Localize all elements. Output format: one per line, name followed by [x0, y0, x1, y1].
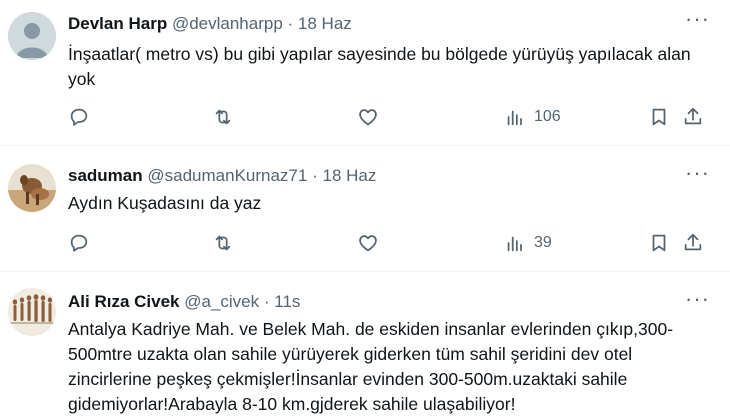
reply-icon	[70, 108, 88, 126]
tweet-text: Aydın Kuşadasını da yaz	[68, 193, 262, 213]
timestamp[interactable]: 11s	[274, 292, 300, 311]
views-icon	[507, 110, 522, 126]
tweet-text: Antalya Kadriye Mah. ve Belek Mah. de es…	[68, 319, 674, 414]
bookmark-icon	[652, 234, 666, 252]
more-options-icon[interactable]: ···	[685, 8, 710, 30]
handle[interactable]: @a_civek	[184, 292, 259, 311]
like-button[interactable]	[357, 232, 379, 254]
heart-icon	[359, 109, 377, 126]
figures-avatar-icon	[8, 288, 56, 336]
separator: ·	[263, 292, 270, 311]
views-count: 106	[534, 108, 561, 125]
like-button[interactable]	[357, 106, 379, 128]
display-name[interactable]: Ali Rıza Civek	[68, 292, 180, 311]
retweet-button[interactable]	[212, 232, 234, 254]
views-button[interactable]: 106	[504, 106, 561, 128]
tweet-text: İnşaatlar( metro vs) bu gibi yapılar say…	[68, 44, 691, 89]
retweet-icon	[215, 235, 231, 251]
retweet-icon	[215, 109, 231, 125]
bookmark-button[interactable]	[648, 232, 670, 254]
action-bar: 106	[68, 106, 714, 132]
tweet-header: Ali Rıza Civek @a_civek · 11s	[68, 292, 300, 312]
separator: ·	[312, 166, 318, 185]
more-options-icon[interactable]: ···	[685, 288, 710, 310]
avatar[interactable]	[8, 12, 56, 60]
tweet-header: Devlan Harp @devlanharpp · 18 Haz	[68, 14, 352, 34]
share-icon	[684, 233, 702, 251]
share-button[interactable]	[682, 106, 704, 128]
tweet[interactable]: saduman @sadumanKurnaz71 · 18 Haz ··· Ay…	[0, 146, 730, 272]
share-icon	[684, 107, 702, 125]
display-name[interactable]: saduman	[68, 166, 143, 185]
bookmark-icon	[652, 108, 666, 126]
separator: ·	[287, 14, 294, 33]
reply-button[interactable]	[68, 232, 90, 254]
handle[interactable]: @sadumanKurnaz71	[147, 166, 307, 185]
display-name[interactable]: Devlan Harp	[68, 14, 167, 33]
reply-button[interactable]	[68, 106, 90, 128]
default-avatar-icon	[8, 12, 56, 60]
timestamp[interactable]: 18 Haz	[322, 166, 376, 185]
reply-icon	[70, 234, 88, 252]
timestamp[interactable]: 18 Haz	[298, 14, 352, 33]
views-count: 39	[534, 234, 552, 251]
avatar[interactable]	[8, 288, 56, 336]
action-bar: 39	[68, 232, 714, 258]
views-icon	[507, 236, 522, 252]
tweet[interactable]: Devlan Harp @devlanharpp · 18 Haz ··· İn…	[0, 0, 730, 146]
tweet-header: saduman @sadumanKurnaz71 · 18 Haz	[68, 166, 376, 186]
heart-icon	[359, 235, 377, 252]
photo-avatar-icon	[8, 164, 56, 212]
retweet-button[interactable]	[212, 106, 234, 128]
views-button[interactable]: 39	[504, 232, 552, 254]
handle[interactable]: @devlanharpp	[172, 14, 283, 33]
more-options-icon[interactable]: ···	[685, 162, 710, 184]
avatar[interactable]	[8, 164, 56, 212]
bookmark-button[interactable]	[648, 106, 670, 128]
share-button[interactable]	[682, 232, 704, 254]
tweet[interactable]: Ali Rıza Civek @a_civek · 11s ··· Antaly…	[0, 272, 730, 420]
